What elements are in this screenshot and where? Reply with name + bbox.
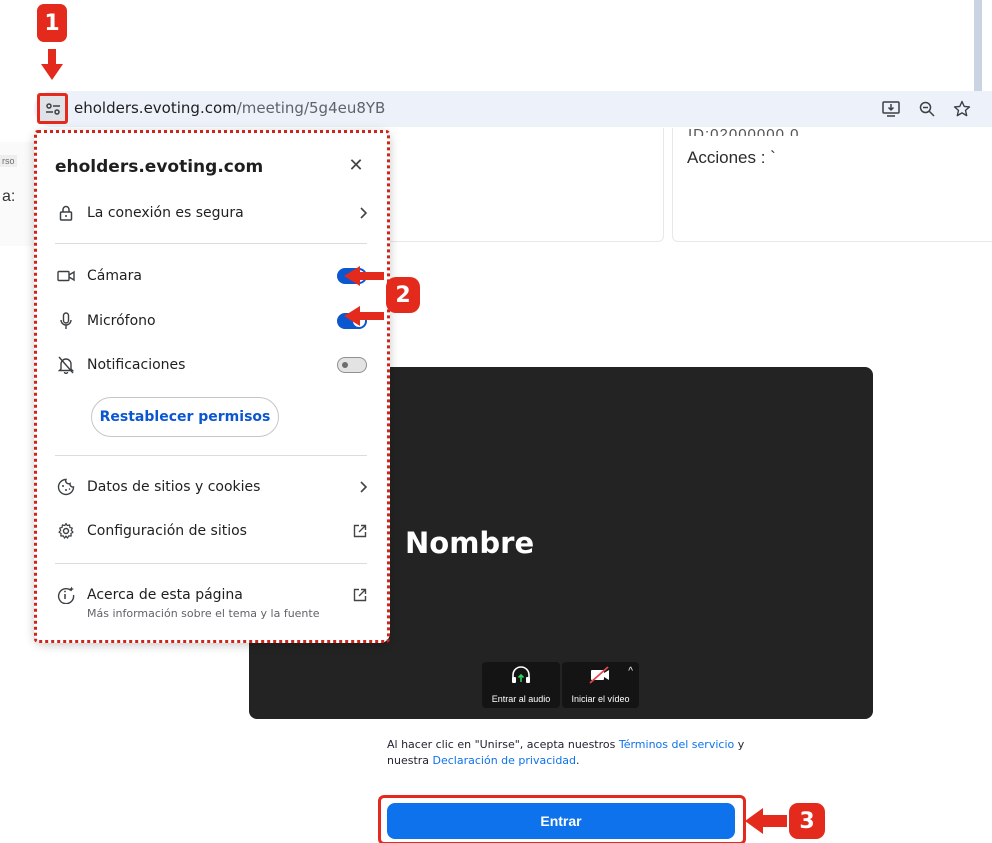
headphones-icon (512, 666, 530, 683)
notifications-toggle[interactable] (337, 357, 367, 373)
terms-text: Al hacer clic en "Unirse", acepta nuestr… (387, 738, 745, 767)
bookmark-star-icon[interactable] (951, 98, 973, 120)
external-link-icon (353, 524, 367, 538)
cookie-icon (55, 476, 77, 498)
divider (55, 243, 367, 244)
info-sparkle-icon (55, 584, 77, 606)
permission-camera: Cámara (55, 264, 367, 288)
chevron-right-icon (359, 207, 367, 219)
join-button[interactable]: Entrar (387, 803, 735, 839)
camera-label: Cámara (87, 268, 142, 284)
connection-label: La conexión es segura (87, 205, 244, 221)
site-settings-button[interactable] (37, 93, 68, 124)
acciones-label: Acciones : ` (687, 148, 776, 167)
reset-permissions-button[interactable]: Restablecer permisos (91, 397, 279, 437)
about-page-row[interactable]: Acerca de esta página (55, 583, 367, 607)
zoom-icon[interactable] (916, 98, 938, 120)
connection-row[interactable]: La conexión es segura (55, 201, 367, 225)
chevron-right-icon (359, 481, 367, 493)
left-label: a: (2, 188, 16, 205)
start-video-button[interactable]: ^ Iniciar el vídeo (562, 662, 639, 708)
step-2-badge: 2 (386, 277, 420, 313)
step-3-badge: 3 (789, 803, 825, 839)
url-text[interactable]: eholders.evoting.com/meeting/5g4eu8YB (74, 99, 385, 117)
about-page-subtitle: Más información sobre el tema y la fuent… (87, 607, 320, 620)
permission-microphone: Micrófono (55, 309, 367, 333)
url-domain: eholders.evoting.com (74, 99, 237, 117)
join-audio-button[interactable]: Entrar al audio (482, 662, 560, 708)
participant-name: Nombre (405, 526, 535, 560)
arrow-left-icon (344, 306, 384, 326)
start-video-label: Iniciar el vídeo (571, 694, 630, 704)
arrow-left-icon (745, 808, 787, 834)
gear-icon (55, 520, 77, 542)
about-page-label: Acerca de esta página (87, 587, 243, 603)
site-settings-label: Configuración de sitios (87, 523, 247, 539)
site-settings-icon (45, 102, 60, 115)
permission-notifications: Notificaciones (55, 353, 367, 377)
camera-icon (55, 265, 77, 287)
arrow-down-icon (41, 49, 63, 80)
camera-off-icon (588, 666, 609, 684)
site-settings-row[interactable]: Configuración de sitios (55, 519, 367, 543)
step-1-badge: 1 (37, 4, 67, 42)
shares-card (672, 128, 992, 242)
install-app-icon[interactable] (880, 98, 902, 120)
chevron-up-icon[interactable]: ^ (628, 666, 633, 677)
cookies-label: Datos de sitios y cookies (87, 479, 261, 495)
join-audio-label: Entrar al audio (491, 694, 551, 704)
scrollbar[interactable] (974, 0, 982, 92)
microphone-icon (55, 310, 77, 332)
left-tag: rso (0, 155, 17, 167)
terms-link[interactable]: Términos del servicio (619, 738, 734, 751)
close-icon[interactable]: ✕ (346, 154, 366, 176)
popup-title: eholders.evoting.com (55, 157, 264, 177)
url-path: /meeting/5g4eu8YB (236, 99, 386, 117)
microphone-label: Micrófono (87, 313, 156, 329)
divider (55, 455, 367, 456)
lock-icon (55, 202, 77, 224)
external-link-icon (353, 588, 367, 602)
cookies-row[interactable]: Datos de sitios y cookies (55, 475, 367, 499)
divider (55, 563, 367, 564)
id-line: ID:02000000 0 (688, 126, 800, 136)
notifications-label: Notificaciones (87, 357, 186, 373)
info-card (384, 128, 664, 242)
privacy-link[interactable]: Declaración de privacidad (433, 754, 577, 767)
notifications-off-icon (55, 354, 77, 376)
arrow-left-icon (344, 266, 384, 286)
